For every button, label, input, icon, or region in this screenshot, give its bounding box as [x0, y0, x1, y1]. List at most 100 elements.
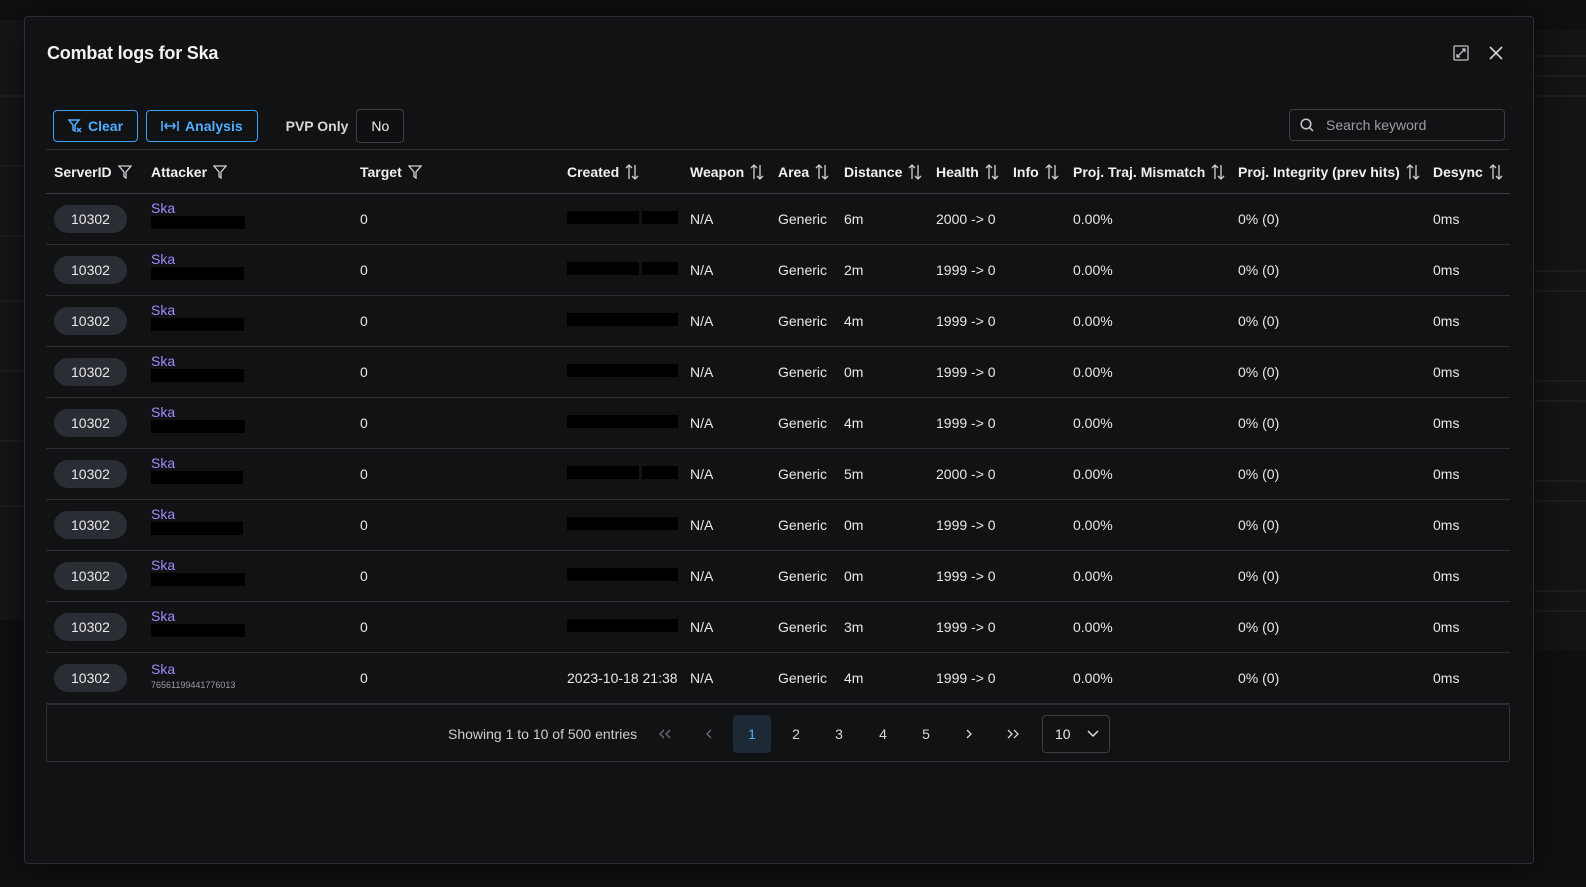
- server-id-badge[interactable]: 10302: [54, 307, 127, 335]
- clear-label: Clear: [88, 118, 124, 134]
- filter-icon[interactable]: [407, 164, 422, 179]
- attacker-link[interactable]: Ska: [151, 661, 352, 677]
- desync-cell: 0ms: [1425, 193, 1510, 245]
- table-row[interactable]: 10302 Ska 0 N/A Generic 2m 1999 -> 0 0.0…: [46, 244, 1510, 296]
- target-cell: 0: [352, 295, 559, 347]
- server-id-badge[interactable]: 10302: [54, 409, 127, 437]
- search-input[interactable]: [1324, 116, 1498, 134]
- integrity-cell: 0% (0): [1230, 601, 1425, 653]
- sort-icon[interactable]: [908, 163, 922, 180]
- column-distance[interactable]: Distance: [836, 149, 928, 194]
- pvp-only-toggle[interactable]: No: [356, 109, 405, 143]
- attacker-link[interactable]: Ska: [151, 404, 352, 420]
- weapon-cell: N/A: [682, 652, 770, 704]
- column-area[interactable]: Area: [770, 149, 836, 194]
- column-desync[interactable]: Desync: [1425, 149, 1510, 194]
- server-id-badge[interactable]: 10302: [54, 256, 127, 284]
- prev-page-button[interactable]: [690, 715, 728, 753]
- attacker-link[interactable]: Ska: [151, 557, 352, 573]
- last-page-button[interactable]: [994, 715, 1032, 753]
- mismatch-cell: 0.00%: [1065, 244, 1230, 296]
- table-row[interactable]: 10302 Ska 0 N/A Generic 0m 1999 -> 0 0.0…: [46, 499, 1510, 551]
- distance-cell: 4m: [836, 295, 928, 347]
- pagination-footer: Showing 1 to 10 of 500 entries 1 2 3 4 5…: [46, 704, 1510, 762]
- redacted-created: [567, 568, 678, 581]
- sort-icon[interactable]: [750, 163, 764, 180]
- table-row[interactable]: 10302 Ska 0 N/A Generic 0m 1999 -> 0 0.0…: [46, 346, 1510, 398]
- close-button[interactable]: [1484, 41, 1508, 65]
- mismatch-cell: 0.00%: [1065, 193, 1230, 245]
- desync-cell: 0ms: [1425, 601, 1510, 653]
- target-cell: 0: [352, 499, 559, 551]
- attacker-link[interactable]: Ska: [151, 302, 352, 318]
- filter-icon[interactable]: [213, 164, 228, 179]
- analysis-button[interactable]: Analysis: [146, 110, 258, 142]
- table-row[interactable]: 10302 Ska 0 N/A Generic 4m 1999 -> 0 0.0…: [46, 397, 1510, 449]
- clear-filters-button[interactable]: Clear: [53, 110, 139, 142]
- column-created[interactable]: Created: [559, 149, 682, 194]
- attacker-link[interactable]: Ska: [151, 200, 352, 216]
- attacker-link[interactable]: Ska: [151, 608, 352, 624]
- filter-icon[interactable]: [117, 164, 132, 179]
- sort-icon[interactable]: [1211, 163, 1225, 180]
- width-arrows-icon: [161, 121, 179, 131]
- health-cell: 1999 -> 0: [928, 295, 1005, 347]
- expand-button[interactable]: [1449, 41, 1473, 65]
- area-cell: Generic: [770, 193, 836, 245]
- rows-per-page-select[interactable]: 10: [1042, 715, 1110, 753]
- server-id-badge[interactable]: 10302: [54, 205, 127, 233]
- page-button-4[interactable]: 4: [864, 715, 902, 753]
- desync-cell: 0ms: [1425, 550, 1510, 602]
- distance-cell: 4m: [836, 652, 928, 704]
- column-info[interactable]: Info: [1005, 149, 1065, 194]
- attacker-steam-id: 76561199441776013: [151, 679, 236, 690]
- attacker-link[interactable]: Ska: [151, 455, 352, 471]
- integrity-cell: 0% (0): [1230, 193, 1425, 245]
- page-button-1[interactable]: 1: [733, 715, 771, 753]
- weapon-cell: N/A: [682, 448, 770, 500]
- sort-icon[interactable]: [1045, 163, 1059, 180]
- table-row[interactable]: 10302 Ska 0 N/A Generic 3m 1999 -> 0 0.0…: [46, 601, 1510, 653]
- next-page-button[interactable]: [950, 715, 988, 753]
- redacted-created: [567, 313, 678, 326]
- server-id-badge[interactable]: 10302: [54, 460, 127, 488]
- page-button-3[interactable]: 3: [820, 715, 858, 753]
- redacted-steam-id: [151, 216, 245, 229]
- sort-icon[interactable]: [1406, 163, 1420, 180]
- column-weapon[interactable]: Weapon: [682, 149, 770, 194]
- table-row[interactable]: 10302 Ska 0 N/A Generic 6m 2000 -> 0 0.0…: [46, 193, 1510, 245]
- integrity-cell: 0% (0): [1230, 346, 1425, 398]
- target-cell: 0: [352, 244, 559, 296]
- server-id-badge[interactable]: 10302: [54, 613, 127, 641]
- server-id-badge[interactable]: 10302: [54, 562, 127, 590]
- column-proj-integrity[interactable]: Proj. Integrity (prev hits): [1230, 149, 1425, 194]
- attacker-link[interactable]: Ska: [151, 506, 352, 522]
- sort-icon[interactable]: [985, 163, 999, 180]
- sort-icon[interactable]: [625, 163, 639, 180]
- health-cell: 1999 -> 0: [928, 397, 1005, 449]
- search-icon: [1300, 118, 1314, 132]
- table-row[interactable]: 10302 Ska 0 N/A Generic 5m 2000 -> 0 0.0…: [46, 448, 1510, 500]
- column-proj-traj-mismatch[interactable]: Proj. Traj. Mismatch: [1065, 149, 1230, 194]
- server-id-badge[interactable]: 10302: [54, 358, 127, 386]
- weapon-cell: N/A: [682, 193, 770, 245]
- server-id-badge[interactable]: 10302: [54, 511, 127, 539]
- integrity-cell: 0% (0): [1230, 295, 1425, 347]
- column-target[interactable]: Target: [352, 149, 559, 194]
- sort-icon[interactable]: [1489, 163, 1503, 180]
- column-attacker[interactable]: Attacker: [143, 149, 352, 194]
- column-serverid[interactable]: ServerID: [46, 149, 143, 194]
- table-row[interactable]: 10302 Ska 0 N/A Generic 0m 1999 -> 0 0.0…: [46, 550, 1510, 602]
- column-health[interactable]: Health: [928, 149, 1005, 194]
- attacker-link[interactable]: Ska: [151, 251, 352, 267]
- table-row[interactable]: 10302 Ska 76561199441776013 0 2023-10-18 …: [46, 652, 1510, 704]
- server-id-badge[interactable]: 10302: [54, 664, 127, 692]
- page-button-2[interactable]: 2: [777, 715, 815, 753]
- chevron-left-icon: [706, 729, 712, 739]
- table-row[interactable]: 10302 Ska 0 N/A Generic 4m 1999 -> 0 0.0…: [46, 295, 1510, 347]
- first-page-button[interactable]: [646, 715, 684, 753]
- attacker-link[interactable]: Ska: [151, 353, 352, 369]
- sort-icon[interactable]: [815, 163, 829, 180]
- weapon-cell: N/A: [682, 244, 770, 296]
- page-button-5[interactable]: 5: [907, 715, 945, 753]
